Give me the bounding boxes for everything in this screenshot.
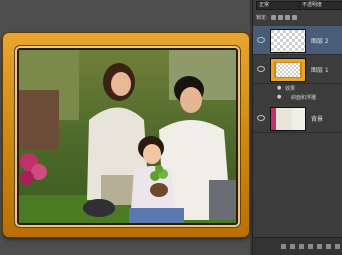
add-mask-icon[interactable] [299,244,304,249]
layer-name: 背景 [311,116,324,123]
effects-row[interactable]: ● 效果 [253,84,342,93]
layer-thumbnail [270,107,306,131]
new-group-icon[interactable] [317,244,322,249]
fx-add-style-icon[interactable] [290,244,295,249]
lock-all-icon[interactable] [291,15,297,20]
visibility-eye-icon[interactable] [257,66,265,72]
adjustment-layer-icon[interactable] [308,244,313,249]
effect-eye-icon[interactable]: ● [277,94,281,100]
document-canvas[interactable] [0,0,250,255]
delete-layer-icon[interactable] [335,244,340,249]
effect-bevel-emboss-row[interactable]: ● 斜面和浮雕 [253,93,342,102]
gold-photo-frame [3,33,249,237]
layer-row-layer-2[interactable]: 图层 2 [253,26,342,55]
layer-thumbnail [270,58,306,82]
family-photo [19,50,236,223]
lock-row: 锁定: [253,12,342,23]
layer-name: 图层 2 [311,38,329,45]
effect-item-label: 斜面和浮雕 [291,95,317,101]
lock-paint-icon[interactable] [277,15,283,20]
frame-inner-bevel [17,48,238,225]
visibility-eye-icon[interactable] [257,115,265,121]
lock-label: 锁定: [256,15,268,21]
layer-row-layer-1[interactable]: 图层 1 [253,55,342,84]
layers-panel-footer [253,237,342,255]
layer-thumbnail [270,29,306,53]
opacity-label[interactable]: 不透明度 [299,1,342,10]
visibility-eye-icon[interactable] [257,37,265,43]
lock-move-icon[interactable] [284,15,290,20]
layer-row-background[interactable]: 背景 [253,104,342,133]
lock-transparency-icon[interactable] [270,15,276,20]
new-layer-icon[interactable] [326,244,331,249]
link-layers-icon[interactable] [281,244,286,249]
fx-icon: ● [277,85,282,91]
layers-panel: 正常 不透明度 锁定: 图层 2 图层 1 ● 效果 ● 斜面和浮雕 背景 [252,0,342,255]
blend-options-row: 正常 不透明度 [253,0,342,11]
layer-name: 图层 1 [311,67,329,74]
blend-mode-dropdown[interactable]: 正常 [256,1,300,10]
effects-label: 效果 [285,86,296,92]
